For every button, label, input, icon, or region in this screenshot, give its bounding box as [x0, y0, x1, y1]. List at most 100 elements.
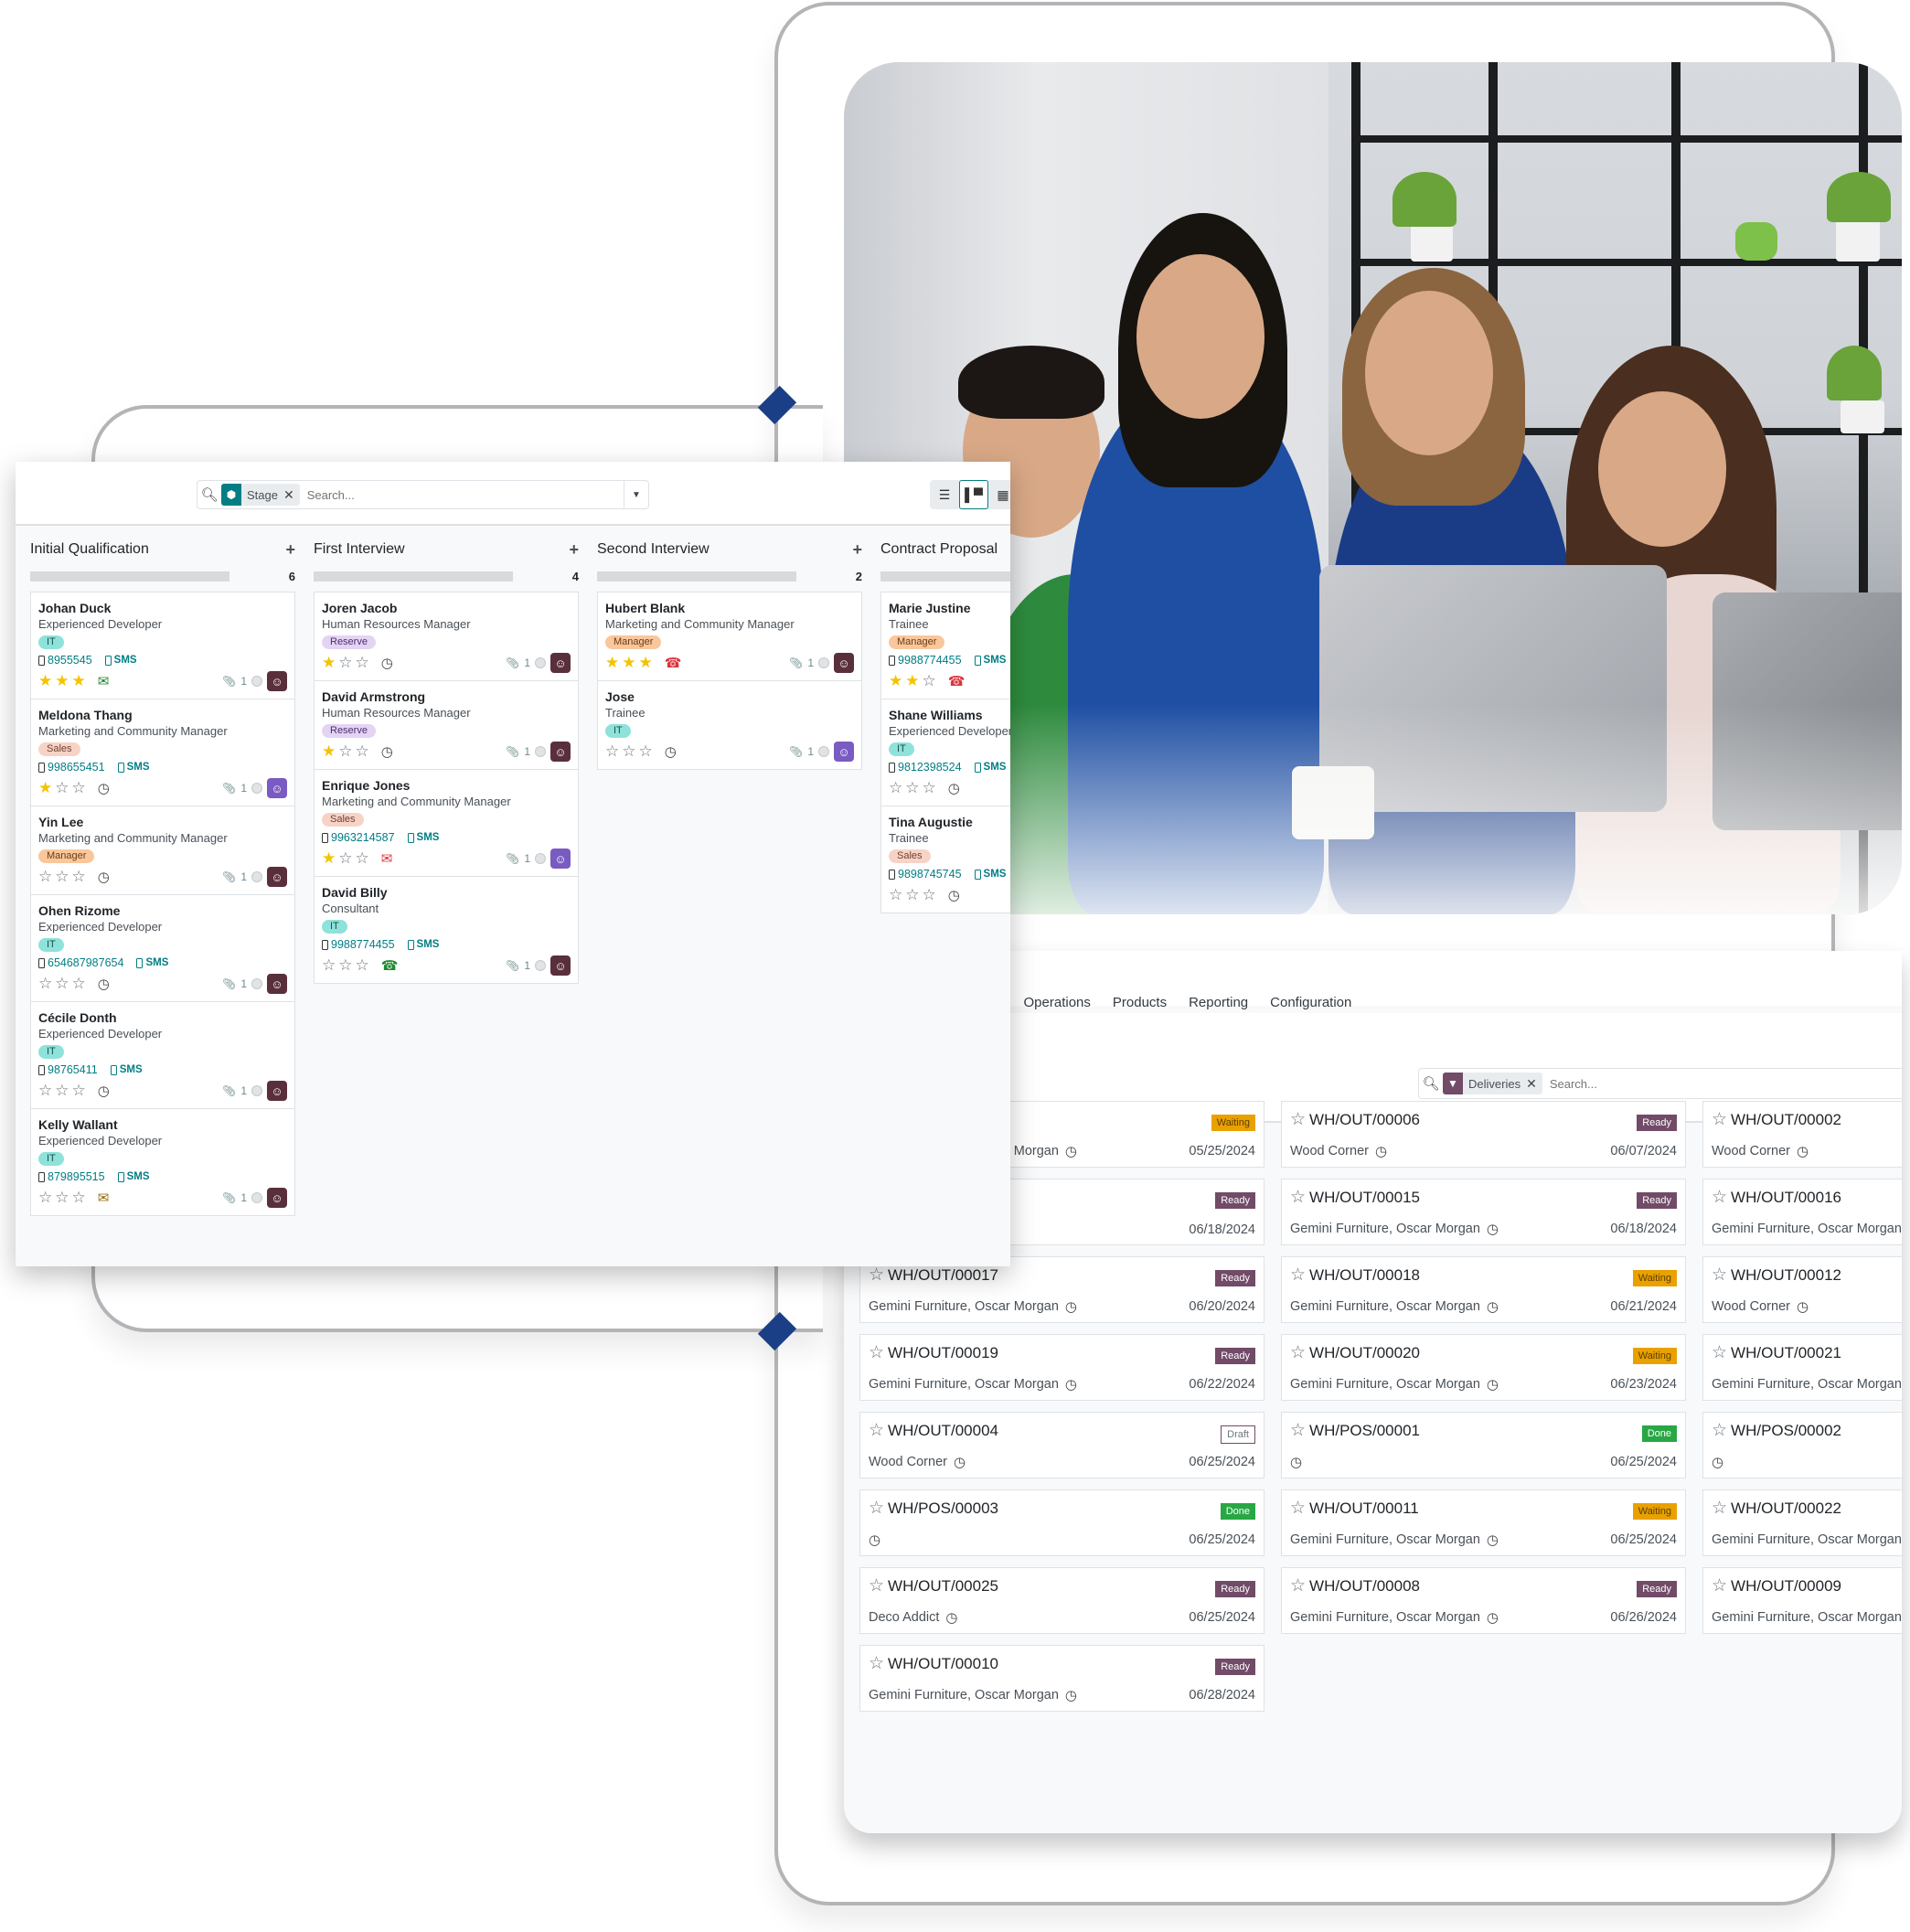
star-empty-icon[interactable]: ☆	[55, 779, 69, 797]
activity-clock-icon[interactable]: ◷	[665, 743, 677, 760]
progress-bar[interactable]	[314, 571, 513, 582]
star-empty-icon[interactable]: ☆	[905, 886, 919, 904]
deliveries-search-bar[interactable]: 🔍︎ ▼ Deliveries ✕	[1418, 1068, 1902, 1099]
activity-email-icon[interactable]: ✉	[98, 673, 110, 689]
avatar[interactable]: ☺	[550, 742, 571, 762]
transfer-card[interactable]: ☆ WH/OUT/00015 Ready Gemini Furniture, Osca…	[1281, 1179, 1686, 1245]
progress-bar[interactable]	[597, 571, 796, 582]
status-dot[interactable]	[251, 871, 262, 882]
avatar[interactable]: ☺	[267, 1081, 287, 1101]
favorite-star-icon[interactable]: ☆	[1290, 1187, 1306, 1208]
applicant-card[interactable]: Meldona Thang Marketing and Community Man…	[30, 699, 295, 806]
star-filled-icon[interactable]: ★	[605, 654, 619, 672]
activity-clock-icon[interactable]: ◷	[1375, 1143, 1387, 1159]
star-empty-icon[interactable]: ☆	[605, 742, 619, 761]
applicants-search-bar[interactable]: 🔍︎ ⬢ Stage ✕ ▼	[197, 480, 649, 509]
sms-link[interactable]: SMS	[407, 828, 439, 847]
activity-clock-icon[interactable]: ◷	[381, 743, 393, 760]
phone-link[interactable]: 9963214587	[322, 828, 395, 847]
applicant-card[interactable]: Marie Justine Trainee Manager 9988774455 SMS…	[880, 592, 1010, 699]
applicant-card[interactable]: Joren Jacob Human Resources Manager Reserv…	[314, 592, 579, 681]
favorite-star-icon[interactable]: ☆	[1712, 1498, 1727, 1519]
transfer-card[interactable]: ☆ WH/OUT/00009 Gemini Furniture, Oscar Mor…	[1702, 1567, 1902, 1634]
activity-email-icon[interactable]: ✉	[381, 850, 393, 867]
star-empty-icon[interactable]: ☆	[622, 742, 635, 761]
menu-reporting[interactable]: Reporting	[1189, 995, 1248, 1010]
status-dot[interactable]	[251, 676, 262, 687]
star-empty-icon[interactable]: ☆	[72, 779, 86, 797]
sms-link[interactable]: SMS	[136, 954, 168, 972]
favorite-star-icon[interactable]: ☆	[869, 1420, 884, 1441]
avatar[interactable]: ☺	[267, 671, 287, 691]
status-dot[interactable]	[251, 1192, 262, 1203]
star-filled-icon[interactable]: ★	[322, 654, 336, 672]
star-empty-icon[interactable]: ☆	[338, 742, 352, 761]
favorite-star-icon[interactable]: ☆	[869, 1575, 884, 1596]
transfer-card[interactable]: ☆ WH/POS/00003 Done ◷ 06/25/2024	[859, 1489, 1264, 1556]
avatar[interactable]: ☺	[834, 742, 854, 762]
activity-clock-icon[interactable]: ◷	[869, 1532, 880, 1548]
star-empty-icon[interactable]: ☆	[923, 672, 936, 690]
transfer-card[interactable]: ☆ WH/OUT/00016 Gemini Furniture, Oscar Mor…	[1702, 1179, 1902, 1245]
transfer-card[interactable]: ☆ WH/OUT/00011 Waiting Gemini Furniture, Os…	[1281, 1489, 1686, 1556]
phone-link[interactable]: 654687987654	[38, 954, 123, 972]
star-filled-icon[interactable]: ★	[905, 672, 919, 690]
applicant-card[interactable]: David Billy Consultant IT 9988774455 SMS ☆ ☆ ☆ ☎…	[314, 876, 579, 984]
applicant-card[interactable]: Jose Trainee IT ☆ ☆ ☆ ◷ 📎︎ 1 ☺	[597, 680, 862, 770]
calendar-view-button[interactable]: ▦	[988, 480, 1010, 509]
activity-clock-icon[interactable]: ◷	[1487, 1609, 1499, 1626]
avatar[interactable]: ☺	[550, 653, 571, 673]
activity-clock-icon[interactable]: ◷	[1290, 1454, 1302, 1470]
star-empty-icon[interactable]: ☆	[38, 1189, 52, 1207]
phone-link[interactable]: 998655451	[38, 758, 105, 776]
activity-clock-icon[interactable]: ◷	[1487, 1376, 1499, 1393]
transfer-card[interactable]: ☆ WH/OUT/00022 Gemini Furniture, Oscar Mor…	[1702, 1489, 1902, 1556]
remove-facet-icon[interactable]: ✕	[283, 487, 300, 503]
sms-link[interactable]: SMS	[104, 651, 137, 669]
phone-link[interactable]: 9898745745	[889, 865, 962, 883]
column-title[interactable]: Initial Qualification	[30, 541, 149, 558]
applicant-card[interactable]: Yin Lee Marketing and Community Manager Ma…	[30, 806, 295, 895]
activity-clock-icon[interactable]: ◷	[1487, 1532, 1499, 1548]
activity-clock-icon[interactable]: ◷	[1065, 1376, 1077, 1393]
applicant-card[interactable]: Enrique Jones Marketing and Community Man…	[314, 769, 579, 877]
favorite-star-icon[interactable]: ☆	[1712, 1109, 1727, 1130]
star-empty-icon[interactable]: ☆	[639, 742, 653, 761]
avatar[interactable]: ☺	[550, 849, 571, 869]
favorite-star-icon[interactable]: ☆	[1712, 1342, 1727, 1363]
add-card-button[interactable]: +	[852, 540, 862, 560]
transfer-card[interactable]: ☆ WH/OUT/00008 Ready Gemini Furniture, Osca…	[1281, 1567, 1686, 1634]
list-view-button[interactable]: ☰	[930, 480, 959, 509]
activity-clock-icon[interactable]: ◷	[954, 1454, 966, 1470]
star-filled-icon[interactable]: ★	[622, 654, 635, 672]
avatar[interactable]: ☺	[267, 867, 287, 887]
transfer-card[interactable]: ☆ WH/POS/00002 ◷	[1702, 1412, 1902, 1478]
applicant-card[interactable]: Tina Augustie Trainee Sales 9898745745 SMS ☆ ☆…	[880, 806, 1010, 913]
sms-link[interactable]: SMS	[974, 865, 1006, 883]
transfer-card[interactable]: ☆ WH/OUT/00002 Wood Corner ◷	[1702, 1101, 1902, 1168]
activity-clock-icon[interactable]: ◷	[1065, 1143, 1077, 1159]
favorite-star-icon[interactable]: ☆	[869, 1653, 884, 1674]
progress-bar[interactable]	[30, 571, 229, 582]
status-dot[interactable]	[251, 783, 262, 794]
star-filled-icon[interactable]: ★	[322, 742, 336, 761]
star-empty-icon[interactable]: ☆	[72, 1189, 86, 1207]
star-empty-icon[interactable]: ☆	[72, 1082, 86, 1100]
activity-clock-icon[interactable]: ◷	[98, 869, 110, 885]
favorite-star-icon[interactable]: ☆	[1290, 1109, 1306, 1130]
sms-link[interactable]: SMS	[117, 758, 150, 776]
sms-link[interactable]: SMS	[974, 758, 1006, 776]
star-empty-icon[interactable]: ☆	[338, 849, 352, 868]
add-card-button[interactable]: +	[285, 540, 295, 560]
star-filled-icon[interactable]: ★	[38, 779, 52, 797]
star-empty-icon[interactable]: ☆	[55, 868, 69, 886]
avatar[interactable]: ☺	[267, 778, 287, 798]
star-empty-icon[interactable]: ☆	[38, 868, 52, 886]
applicant-card[interactable]: David Armstrong Human Resources Manager Re…	[314, 680, 579, 770]
menu-products[interactable]: Products	[1113, 995, 1167, 1010]
star-filled-icon[interactable]: ★	[55, 672, 69, 690]
star-empty-icon[interactable]: ☆	[38, 1082, 52, 1100]
star-empty-icon[interactable]: ☆	[72, 975, 86, 993]
status-dot[interactable]	[535, 853, 546, 864]
star-empty-icon[interactable]: ☆	[923, 886, 936, 904]
